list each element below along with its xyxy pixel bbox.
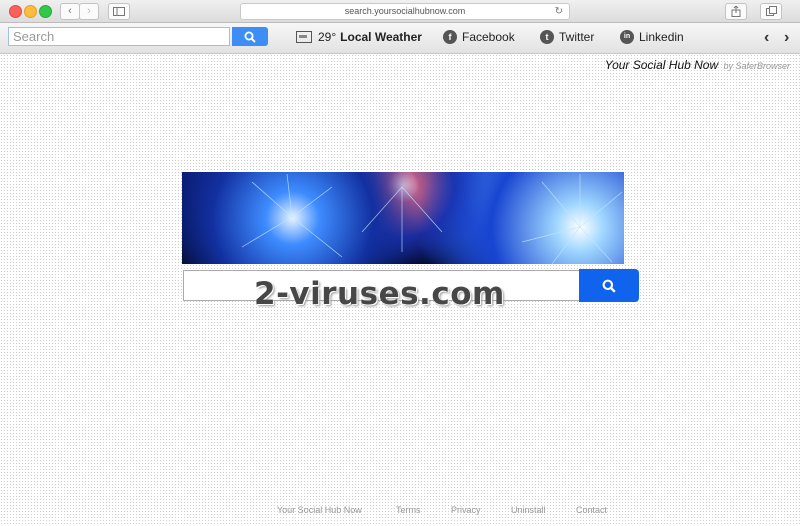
facebook-label: Facebook [462,30,515,44]
fireworks-banner-image [182,172,624,264]
weather-widget[interactable]: 29° Local Weather [296,30,422,44]
tabs-icon [765,6,777,16]
toolbar-scroll-right-icon[interactable]: › [784,29,789,47]
toolbar-scroll-left-icon[interactable]: ‹ [764,29,769,47]
main-search-button[interactable] [579,269,639,302]
footer-link-privacy[interactable]: Privacy [451,505,481,515]
facebook-icon: f [443,30,457,44]
footer-link-home[interactable]: Your Social Hub Now [277,505,362,515]
brand-name: Your Social Hub Now [604,58,719,72]
close-window-button[interactable] [9,5,22,18]
footer-link-contact[interactable]: Contact [576,505,607,515]
sidebar-icon [113,7,125,16]
brand-title: Your Social Hub Now by SaferBrowser [605,58,790,72]
toolbar-search-button[interactable] [232,27,268,46]
address-bar[interactable]: search.yoursocialhubnow.com ↻ [240,3,570,20]
linkedin-label: Linkedin [639,30,684,44]
share-button[interactable] [725,3,747,20]
footer-link-uninstall[interactable]: Uninstall [511,505,546,515]
twitter-link[interactable]: t Twitter [540,30,594,44]
sidebar-toggle-button[interactable] [108,3,130,20]
toolbar-search-input[interactable] [8,27,230,46]
search-icon [244,31,256,43]
share-icon [731,5,741,17]
url-text: search.yoursocialhubnow.com [344,6,466,16]
footer-links: Your Social Hub Now Terms Privacy Uninst… [0,505,800,519]
show-tabs-button[interactable] [760,3,782,20]
weather-label: Local Weather [340,30,422,44]
maximize-window-button[interactable] [39,5,52,18]
extension-toolbar: 29° Local Weather f Facebook t Twitter i… [0,23,800,54]
forward-button[interactable]: › [79,3,99,20]
minimize-window-button[interactable] [24,5,37,18]
watermark-text: 2-viruses.com [254,276,505,312]
brand-by: by SaferBrowser [723,61,790,71]
linkedin-icon: in [620,30,634,44]
facebook-link[interactable]: f Facebook [443,30,515,44]
twitter-label: Twitter [559,30,595,44]
search-icon [602,279,616,293]
twitter-icon: t [540,30,554,44]
weather-icon [296,31,312,43]
back-button[interactable]: ‹ [60,3,80,20]
browser-titlebar: ‹ › search.yoursocialhubnow.com ↻ [0,0,800,23]
footer-link-terms[interactable]: Terms [396,505,421,515]
fireworks-bursts [241,173,623,264]
reload-icon[interactable]: ↻ [555,4,563,19]
linkedin-link[interactable]: in Linkedin [620,30,684,44]
weather-temp: 29° [318,30,337,44]
